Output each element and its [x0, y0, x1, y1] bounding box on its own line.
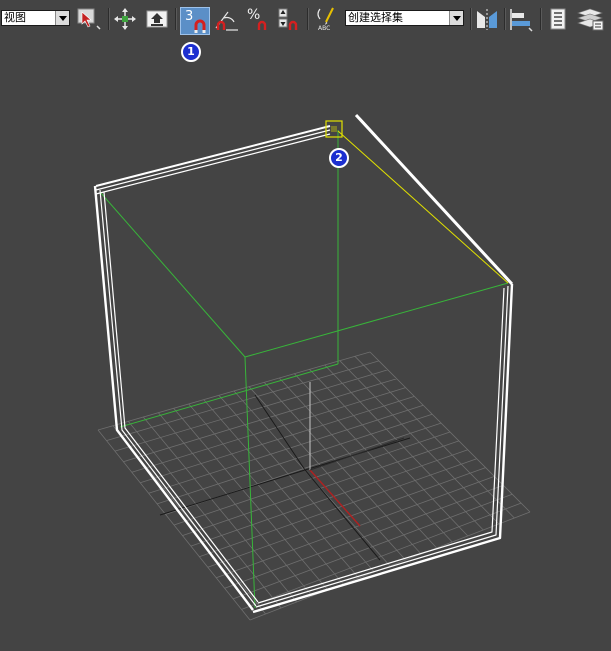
toolbar-separator [540, 8, 542, 30]
percent-snap-icon [257, 20, 267, 30]
move-cross-icon [114, 8, 136, 30]
scene-explorer-button[interactable] [576, 6, 604, 32]
place-button[interactable] [144, 6, 170, 32]
spinner-snap-button[interactable] [276, 6, 302, 32]
named-selection-set-value: 创建选择集 [348, 11, 403, 24]
view-dropdown[interactable]: 视图 [1, 10, 70, 26]
layers-stack-icon [577, 8, 604, 31]
edit-named-selection-button[interactable]: ABC [314, 6, 340, 32]
abc-label: ABC [318, 25, 331, 32]
align-button[interactable] [508, 6, 534, 32]
toolbar-separator [108, 8, 110, 30]
toolbar-separator [504, 8, 506, 30]
mirror-button[interactable] [474, 6, 500, 32]
spinner-snap-icon [278, 8, 298, 30]
percent-snap-button[interactable]: % [245, 6, 271, 32]
callout-2-label: 2 [335, 151, 343, 164]
angle-snap-icon [215, 11, 238, 31]
named-selection-icon [77, 8, 101, 30]
magnet-icon [194, 19, 206, 33]
toolbar-separator [307, 8, 309, 30]
dropdown-arrow-icon[interactable] [449, 11, 463, 25]
view-dropdown-value: 视图 [4, 11, 26, 24]
callout-badge-2: 2 [329, 148, 349, 168]
named-selection-set-dropdown[interactable]: 创建选择集 [345, 10, 464, 26]
main-toolbar: 视图 3 % ABC 创建选择集 [0, 0, 611, 38]
upload-arrow-icon [146, 10, 168, 28]
cube-selected-edge [337, 130, 509, 284]
perspective-viewport[interactable] [0, 38, 611, 651]
dropdown-arrow-icon[interactable] [55, 11, 69, 25]
layer-list-icon [550, 8, 566, 30]
layer-manager-button[interactable] [545, 6, 571, 32]
toolbar-separator [470, 8, 472, 30]
select-and-move-button[interactable] [112, 6, 138, 32]
mirror-icon [477, 9, 497, 30]
snap-toggle-button[interactable]: 3 [180, 7, 210, 35]
toolbar-separator [175, 8, 177, 30]
home-grid [97, 351, 531, 621]
callout-1-label: 1 [187, 45, 195, 58]
angle-snap-button[interactable] [214, 6, 240, 32]
callout-badge-1: 1 [181, 42, 201, 62]
selection-filter-button[interactable] [76, 6, 102, 32]
align-icon [510, 9, 533, 32]
